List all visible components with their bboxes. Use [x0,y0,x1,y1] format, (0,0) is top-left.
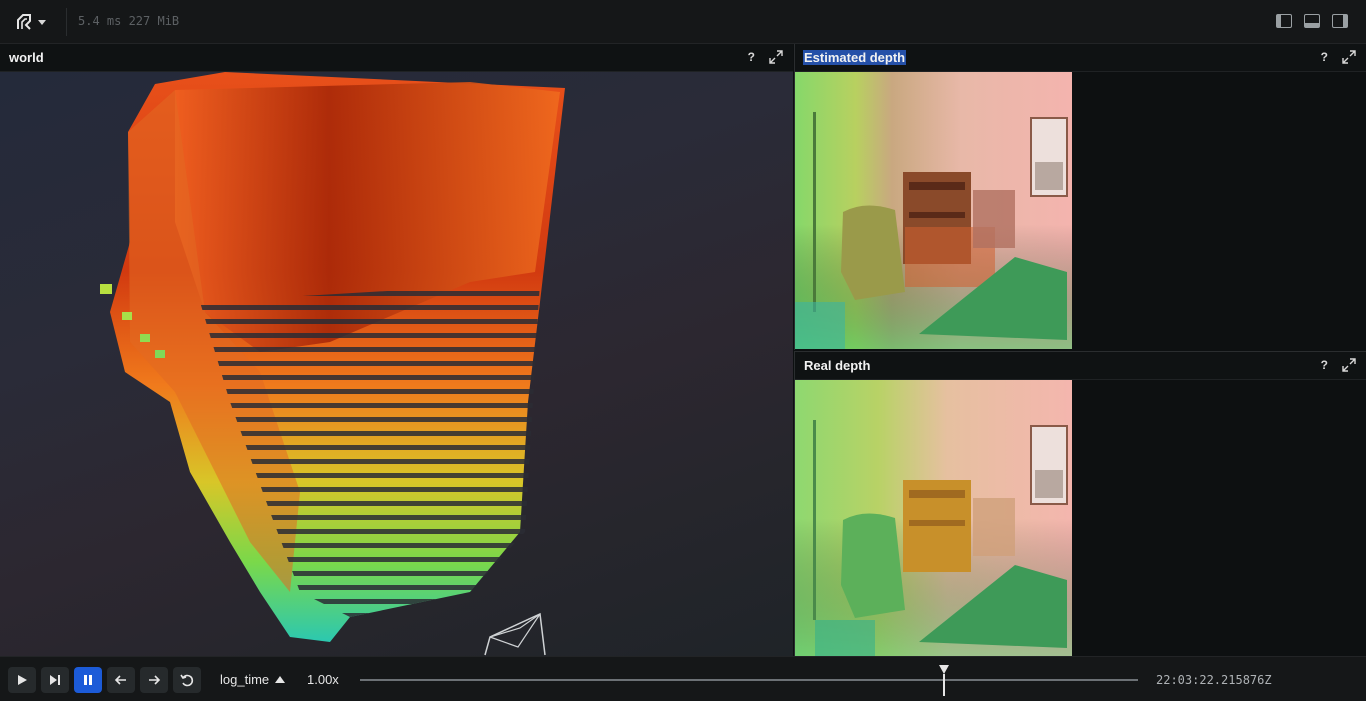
step-end-icon [50,675,60,685]
left-panel-toggle-icon[interactable] [1276,14,1292,28]
maximize-icon[interactable] [1342,358,1356,372]
loop-icon [180,674,194,687]
real-depth-panel: Real depth ? [794,351,1366,657]
maximize-icon[interactable] [1342,50,1356,64]
help-icon[interactable]: ? [1321,50,1328,64]
arrow-left-icon [114,675,126,685]
current-time: 22:03:22.215876Z [1156,673,1272,687]
loop-button[interactable] [173,667,201,693]
top-bar: 5.4 ms 227 MiB [0,0,1366,44]
panel-title[interactable]: Real depth [803,358,871,373]
playhead-icon [938,665,949,674]
world-3d-view-panel: world ? [0,44,793,656]
arrow-right-icon [149,675,161,685]
panel-header: Real depth ? [795,352,1366,380]
playback-speed[interactable]: 1.00x [307,672,339,687]
play-icon [18,675,27,685]
performance-readout: 5.4 ms 227 MiB [78,14,180,28]
pause-icon [84,675,92,685]
step-forward-button[interactable] [140,667,168,693]
time-scrubber-handle[interactable] [938,665,950,696]
timeline-selector[interactable]: log_time [220,672,286,687]
chevron-down-icon [38,19,46,25]
chevron-up-icon [275,676,286,683]
maximize-icon[interactable] [769,50,783,64]
pause-button[interactable] [74,667,102,693]
help-icon[interactable]: ? [1321,358,1328,372]
divider [66,8,67,36]
panel-title[interactable]: Estimated depth [803,50,907,65]
real-depth-image[interactable] [795,380,1072,657]
depth-image-render [795,380,1072,657]
layout-toggles [1276,14,1348,28]
rerun-logo-icon [17,14,31,30]
depth-image-render [795,72,1072,349]
panel-header: Estimated depth ? [795,44,1366,72]
panel-title[interactable]: world [8,50,45,65]
step-to-end-button[interactable] [41,667,69,693]
app-menu-button[interactable] [14,11,50,33]
timeline-name: log_time [220,672,270,687]
3d-viewport[interactable] [0,72,793,656]
time-scrubber-track[interactable] [360,679,1138,681]
timeline-bar: log_time 1.00x 22:03:22.215876Z [0,656,1366,701]
bottom-panel-toggle-icon[interactable] [1304,14,1320,28]
estimated-depth-panel: Estimated depth ? [794,44,1366,350]
point-cloud [100,72,565,656]
play-button[interactable] [8,667,36,693]
right-panel-toggle-icon[interactable] [1332,14,1348,28]
playhead-line [942,674,945,696]
estimated-depth-image[interactable] [795,72,1072,349]
step-back-button[interactable] [107,667,135,693]
help-icon[interactable]: ? [748,50,755,64]
panel-header: world ? [0,44,793,72]
